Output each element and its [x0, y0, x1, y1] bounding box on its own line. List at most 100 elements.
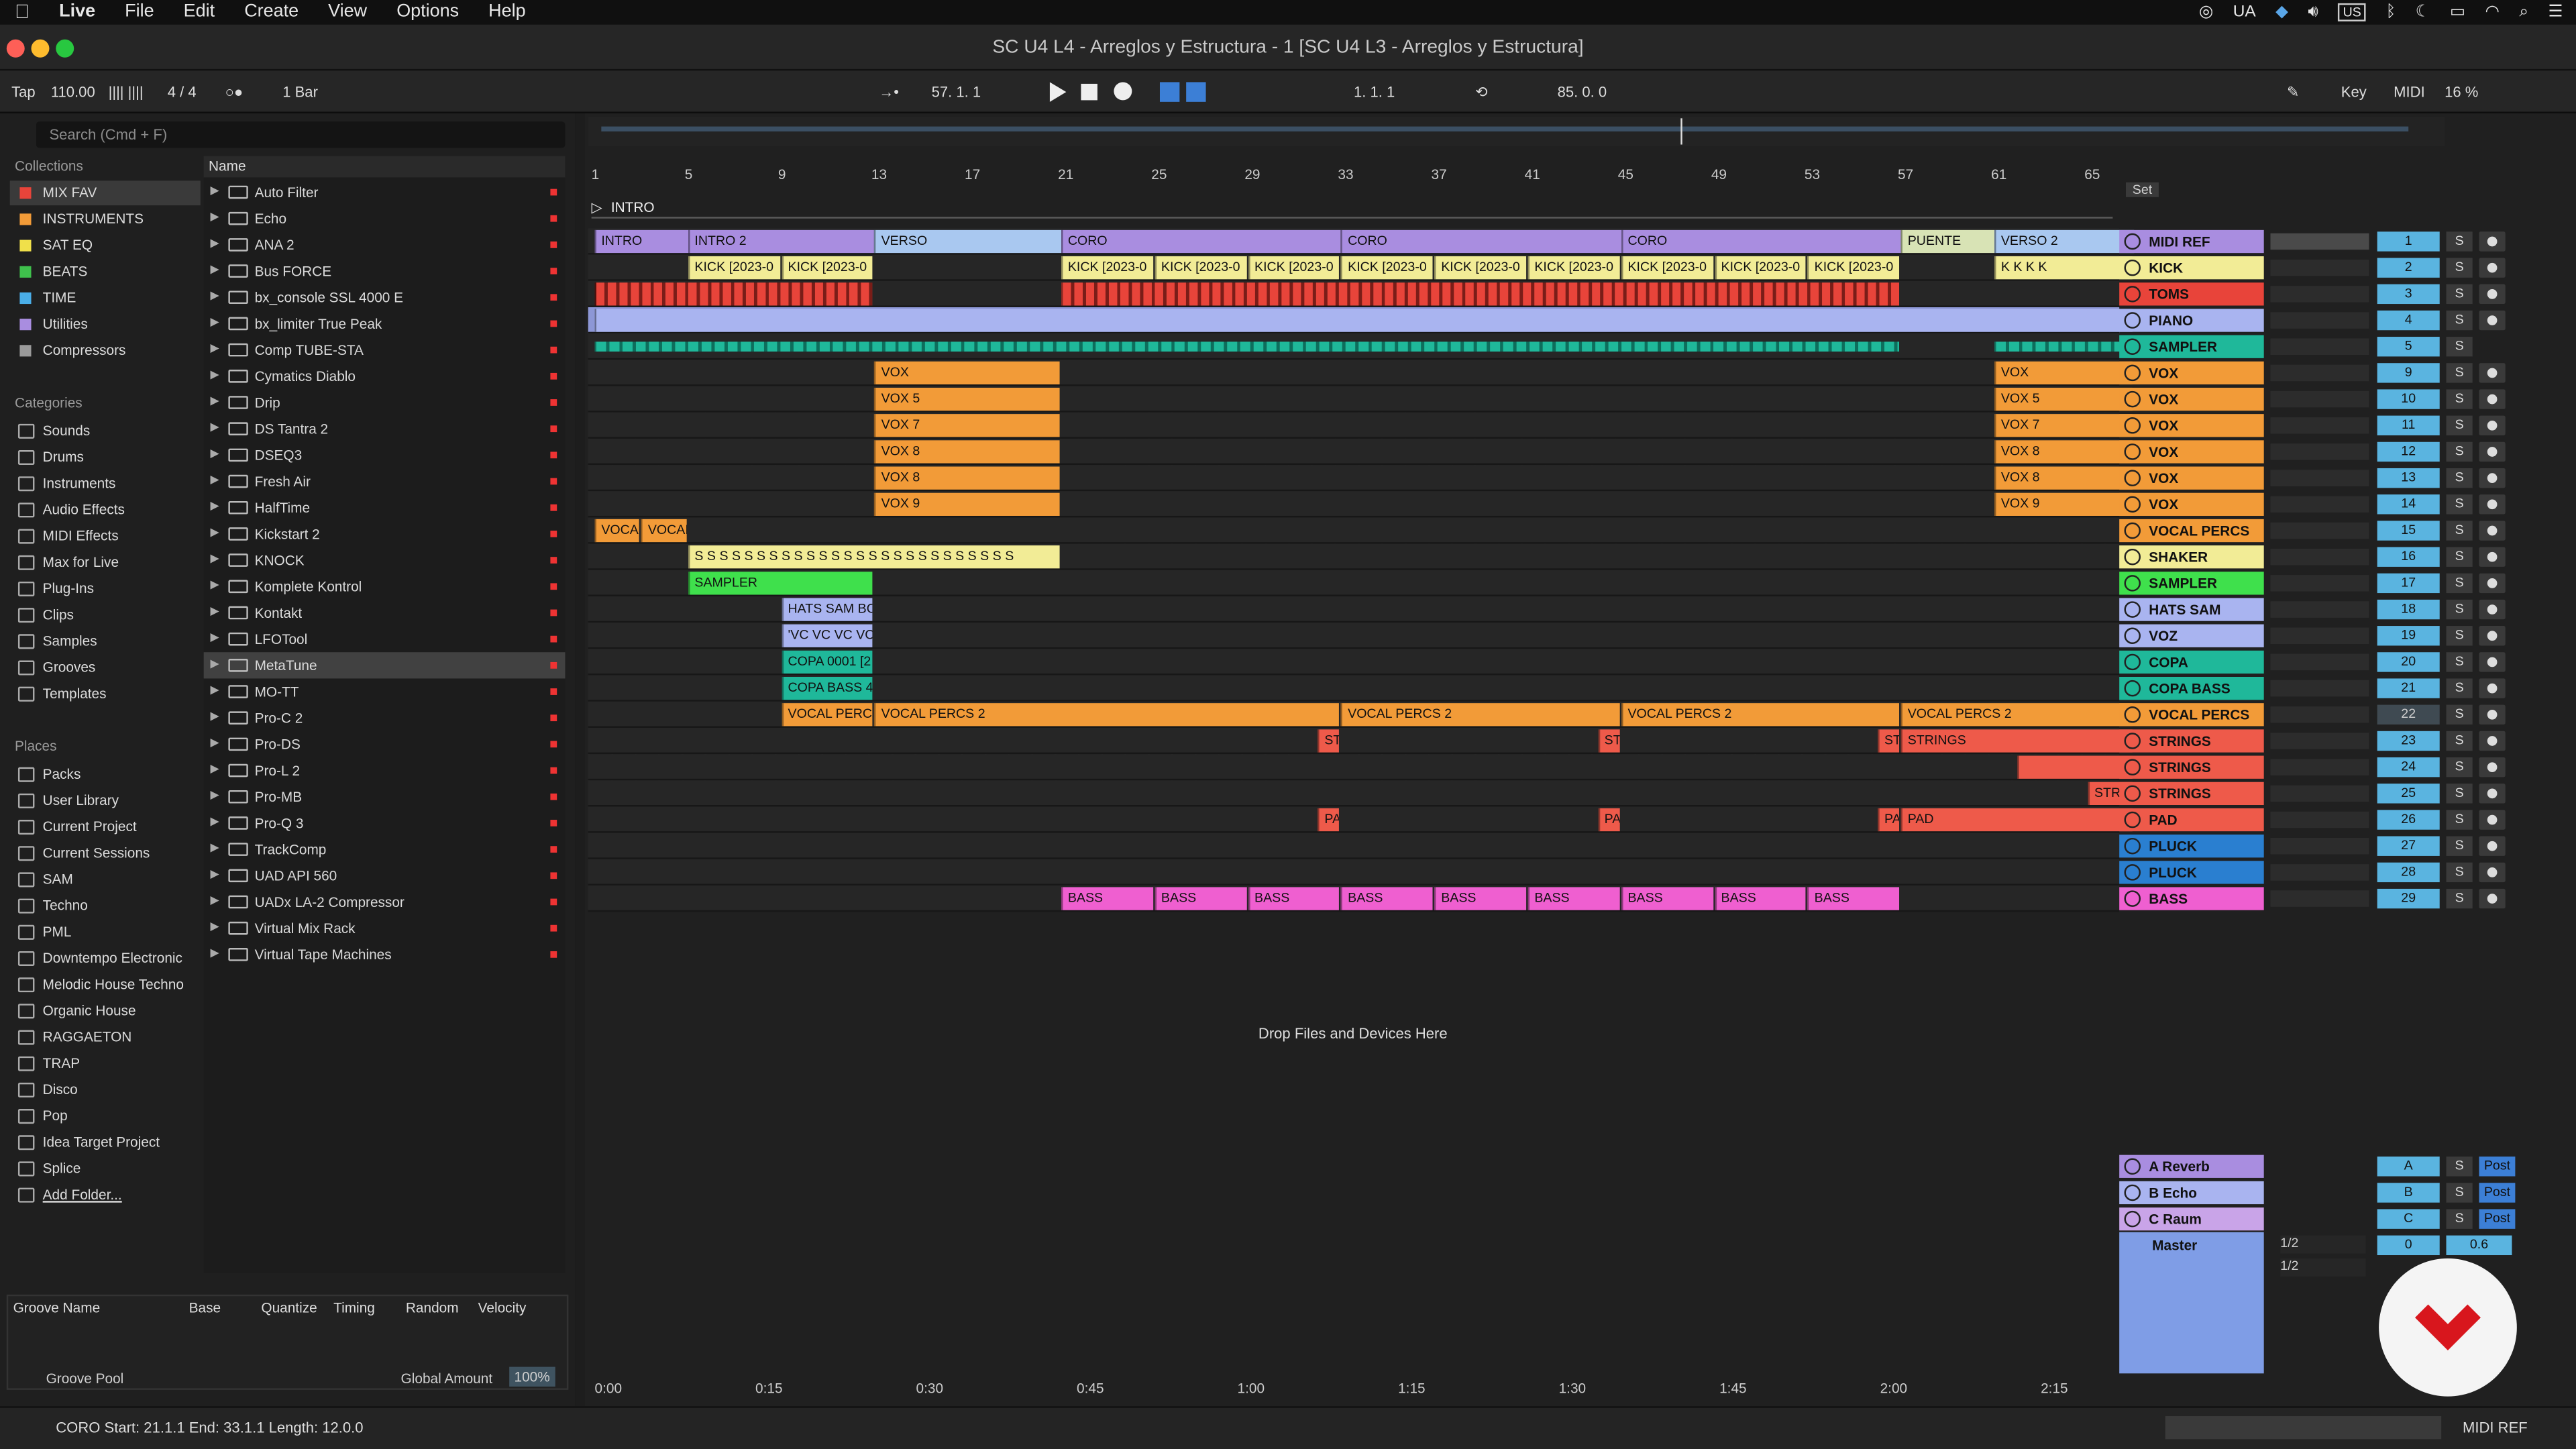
return-name[interactable]: B Echo	[2119, 1181, 2264, 1205]
track-play-icon[interactable]	[2124, 286, 2141, 303]
groove-column-header[interactable]: Timing	[333, 1298, 375, 1320]
play-button[interactable]	[1049, 82, 1067, 102]
expand-arrow-icon[interactable]: ▶	[210, 574, 219, 600]
browser-item[interactable]: ▶ KNOCK	[204, 547, 566, 574]
track-volume-slot[interactable]	[2270, 653, 2369, 671]
menu-file[interactable]: File	[110, 0, 169, 25]
solo-button[interactable]: S	[2446, 573, 2473, 594]
category-samples[interactable]: Samples	[10, 629, 201, 654]
place-current-project[interactable]: Current Project	[10, 815, 201, 840]
expand-arrow-icon[interactable]: ▶	[210, 231, 219, 258]
track-lane[interactable]: BASS BASS BASS BASS BASS BASS BASS BASS BASS	[588, 885, 2120, 912]
time-ruler[interactable]: 0:00 0:15 0:30 0:45 1:00 1:15 1:30 1:45 2:00 2:15	[588, 1377, 2119, 1399]
track-lane[interactable]: VOX 8 VOX 8	[588, 438, 2133, 466]
track-activator[interactable]: 28	[2377, 862, 2440, 883]
groove-column-header[interactable]: Random	[406, 1298, 459, 1320]
arm-button[interactable]	[2479, 494, 2506, 515]
arm-button[interactable]	[2479, 468, 2506, 488]
track-volume-slot[interactable]	[2270, 759, 2369, 775]
track-activator[interactable]: 25	[2377, 784, 2440, 804]
beat-ruler[interactable]: 1 5 9 13 17 21 25 29 33 37 41 45 49 53 57 61 65	[588, 162, 2116, 185]
track-activator[interactable]: 22	[2377, 704, 2440, 725]
browser-item[interactable]: ▶ Bus FORCE	[204, 258, 566, 284]
pencil-icon[interactable]: ✎	[2287, 70, 2299, 113]
song-position-field[interactable]: 57. 1. 1	[932, 70, 981, 113]
loop-length-field[interactable]: 85. 0. 0	[1558, 70, 1607, 113]
track-volume-slot[interactable]	[2270, 259, 2369, 276]
clip[interactable]	[2017, 755, 2133, 779]
browser-item[interactable]: ▶ Comp TUBE-STA	[204, 337, 566, 363]
clip[interactable]: KICK [2023-0	[1248, 256, 1340, 280]
clip[interactable]: KICK [2023-0	[1155, 256, 1246, 280]
category-audio-effects[interactable]: Audio Effects	[10, 498, 201, 523]
track-volume-slot[interactable]	[2270, 837, 2369, 855]
solo-button[interactable]: S	[2446, 652, 2473, 672]
solo-button[interactable]: S	[2446, 1157, 2473, 1177]
track-header[interactable]: TOMS 3 S	[2119, 281, 2526, 307]
expand-arrow-icon[interactable]: ▶	[210, 784, 219, 810]
clip[interactable]: VOX 9	[874, 492, 1060, 516]
browser-item[interactable]: ▶ Kickstart 2	[204, 521, 566, 547]
track-header[interactable]: VOCAL PERCS 22 S	[2119, 702, 2526, 728]
track-activator[interactable]: 1	[2377, 231, 2440, 252]
track-name[interactable]: VOCAL PERCS	[2119, 519, 2264, 543]
clip[interactable]: HATS SAM BO	[781, 598, 873, 621]
track-name[interactable]: SAMPLER	[2119, 335, 2264, 358]
ua-menu[interactable]: UA	[2233, 3, 2256, 21]
apple-icon[interactable]: 	[0, 0, 44, 25]
battery-icon[interactable]: ▭	[2450, 3, 2465, 21]
track-name[interactable]: VOX	[2119, 414, 2264, 437]
track-activator[interactable]: 29	[2377, 888, 2440, 909]
arm-button[interactable]	[2479, 547, 2506, 567]
expand-arrow-icon[interactable]: ▶	[210, 810, 219, 836]
status-circle-icon[interactable]: ◎	[2199, 3, 2213, 21]
track-play-icon[interactable]	[2124, 522, 2141, 539]
track-lane[interactable]: VOX 8 VOX 8	[588, 465, 2133, 492]
solo-button[interactable]: S	[2446, 258, 2473, 278]
track-activator[interactable]: 2	[2377, 258, 2440, 278]
expand-arrow-icon[interactable]: ▶	[210, 442, 219, 468]
browser-item[interactable]: ▶ MO-TT	[204, 678, 566, 704]
solo-button[interactable]: S	[2446, 547, 2473, 567]
menu-live[interactable]: Live	[44, 0, 110, 25]
track-activator[interactable]: 24	[2377, 757, 2440, 777]
category-max-for-live[interactable]: Max for Live	[10, 550, 201, 575]
expand-arrow-icon[interactable]: ▶	[210, 284, 219, 311]
track-header[interactable]: VOX 14 S	[2119, 491, 2526, 517]
browser-item[interactable]: ▶ ANA 2	[204, 231, 566, 258]
groove-pool-label[interactable]: Groove Pool	[46, 1370, 124, 1386]
arm-button[interactable]	[2479, 231, 2506, 252]
track-name[interactable]: COPA	[2119, 650, 2264, 674]
category-drums[interactable]: Drums	[10, 445, 201, 470]
arm-button[interactable]	[2479, 284, 2506, 305]
track-lane[interactable]: 'VC VC VC VC	[588, 623, 2120, 649]
track-lane[interactable]	[588, 833, 2120, 859]
track-name[interactable]: TOMS	[2119, 282, 2264, 306]
track-header[interactable]: PLUCK 28 S	[2119, 859, 2526, 885]
return-track-header[interactable]: A Reverb A S Post	[2119, 1153, 2526, 1179]
clip[interactable]: SAMPLER	[688, 572, 873, 595]
search-icon[interactable]: ⌕	[2519, 3, 2528, 21]
clip[interactable]: VOX	[874, 361, 1060, 385]
track-play-icon[interactable]	[2124, 312, 2141, 329]
track-play-icon[interactable]	[2124, 575, 2141, 592]
category-grooves[interactable]: Grooves	[10, 655, 201, 680]
track-volume-slot[interactable]	[2270, 286, 2369, 303]
track-name[interactable]: PIANO	[2119, 309, 2264, 332]
expand-arrow-icon[interactable]: ▶	[210, 468, 219, 494]
browser-item[interactable]: ▶ Komplete Kontrol	[204, 574, 566, 600]
moon-icon[interactable]: ☾	[2416, 3, 2430, 21]
tempo-field[interactable]: 110.00	[51, 70, 95, 113]
track-header[interactable]: PLUCK 27 S	[2119, 833, 2526, 859]
expand-arrow-icon[interactable]: ▶	[210, 521, 219, 547]
track-lane[interactable]: HATS SAM BO	[588, 596, 2120, 623]
clip[interactable]: PA	[1878, 808, 1900, 832]
section-clip[interactable]: VERSO 2	[1994, 229, 2135, 254]
arm-button[interactable]	[2479, 310, 2506, 331]
track-volume-slot[interactable]	[2270, 890, 2369, 907]
return-activator[interactable]: A	[2377, 1157, 2440, 1177]
clip[interactable]: ST	[1597, 729, 1620, 753]
track-header[interactable]: MIDI REF 1 S	[2119, 228, 2526, 254]
track-volume-slot[interactable]	[2270, 522, 2369, 539]
solo-button[interactable]: S	[2446, 599, 2473, 620]
